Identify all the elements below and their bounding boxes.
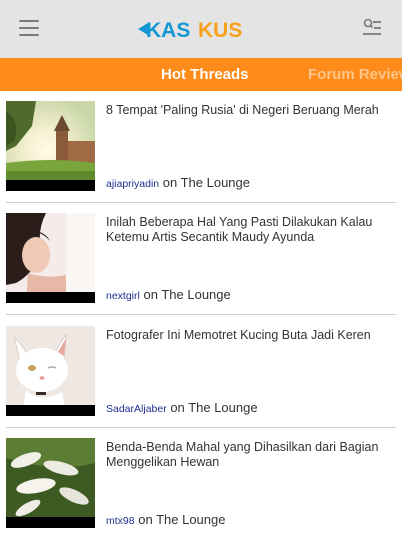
thread-thumbnail[interactable] (6, 438, 95, 528)
thumbnail-caption-bar (6, 180, 95, 191)
divider (6, 314, 396, 315)
thread-thumbnail[interactable] (6, 213, 95, 303)
thread-forum[interactable]: The Lounge (188, 400, 257, 415)
tab-forum-review[interactable]: Forum Review (308, 58, 402, 91)
thread-meta: mtx98 on The Lounge (106, 512, 225, 529)
kaskus-logo-graphic: KAS KUS (138, 19, 242, 42)
thread-meta: SadarAljaber on The Lounge (106, 400, 258, 417)
thread-thumbnail[interactable] (6, 326, 95, 416)
svg-text:KUS: KUS (198, 19, 242, 41)
thread-meta-on: on (138, 512, 153, 527)
menu-icon-line (19, 27, 39, 29)
search-list-icon[interactable] (362, 18, 382, 38)
thread-item[interactable]: 8 Tempat 'Paling Rusia' di Negeri Beruan… (0, 91, 402, 203)
kaskus-logo[interactable]: KAS KUS (136, 17, 266, 42)
thread-meta: nextgirl on The Lounge (106, 287, 231, 304)
thread-title[interactable]: Benda-Benda Mahal yang Dihasilkan dari B… (106, 440, 394, 470)
thread-forum[interactable]: The Lounge (161, 287, 230, 302)
menu-icon[interactable] (19, 20, 39, 37)
svg-text:KAS: KAS (146, 19, 190, 41)
menu-icon-line (19, 20, 39, 22)
thread-thumbnail[interactable] (6, 101, 95, 191)
thread-item[interactable]: Fotografer Ini Memotret Kucing Buta Jadi… (0, 316, 402, 428)
thread-forum[interactable]: The Lounge (181, 175, 250, 190)
thread-item[interactable]: Inilah Beberapa Hal Yang Pasti Dilakukan… (0, 203, 402, 315)
thread-title[interactable]: 8 Tempat 'Paling Rusia' di Negeri Beruan… (106, 103, 394, 118)
woman-photo-image (6, 213, 95, 303)
app-header: KAS KUS (0, 0, 402, 58)
thread-forum[interactable]: The Lounge (156, 512, 225, 527)
tab-hot-threads[interactable]: Hot Threads (161, 58, 249, 91)
thread-author[interactable]: mtx98 (106, 515, 135, 527)
thread-meta-on: on (143, 287, 158, 302)
thread-meta-on: on (170, 400, 185, 415)
thread-meta-on: on (162, 175, 178, 190)
tab-bar: Hot Threads Forum Review (0, 58, 402, 91)
thumbnail-caption-bar (6, 292, 95, 303)
thumbnail-caption-bar (6, 405, 95, 416)
cat-photo-image (6, 326, 95, 416)
thread-author[interactable]: SadarAljaber (106, 403, 167, 415)
thread-meta: ajiapriyadin on The Lounge (106, 175, 250, 192)
silkworm-photo-image (6, 438, 95, 528)
thread-title[interactable]: Inilah Beberapa Hal Yang Pasti Dilakukan… (106, 215, 394, 245)
thumbnail-caption-bar (6, 517, 95, 528)
thread-author[interactable]: ajiapriyadin (106, 178, 159, 190)
thread-item[interactable]: Benda-Benda Mahal yang Dihasilkan dari B… (0, 428, 402, 540)
castle-photo-image (6, 101, 95, 191)
thread-title[interactable]: Fotografer Ini Memotret Kucing Buta Jadi… (106, 328, 394, 343)
thread-author[interactable]: nextgirl (106, 290, 140, 302)
menu-icon-line (19, 34, 39, 36)
